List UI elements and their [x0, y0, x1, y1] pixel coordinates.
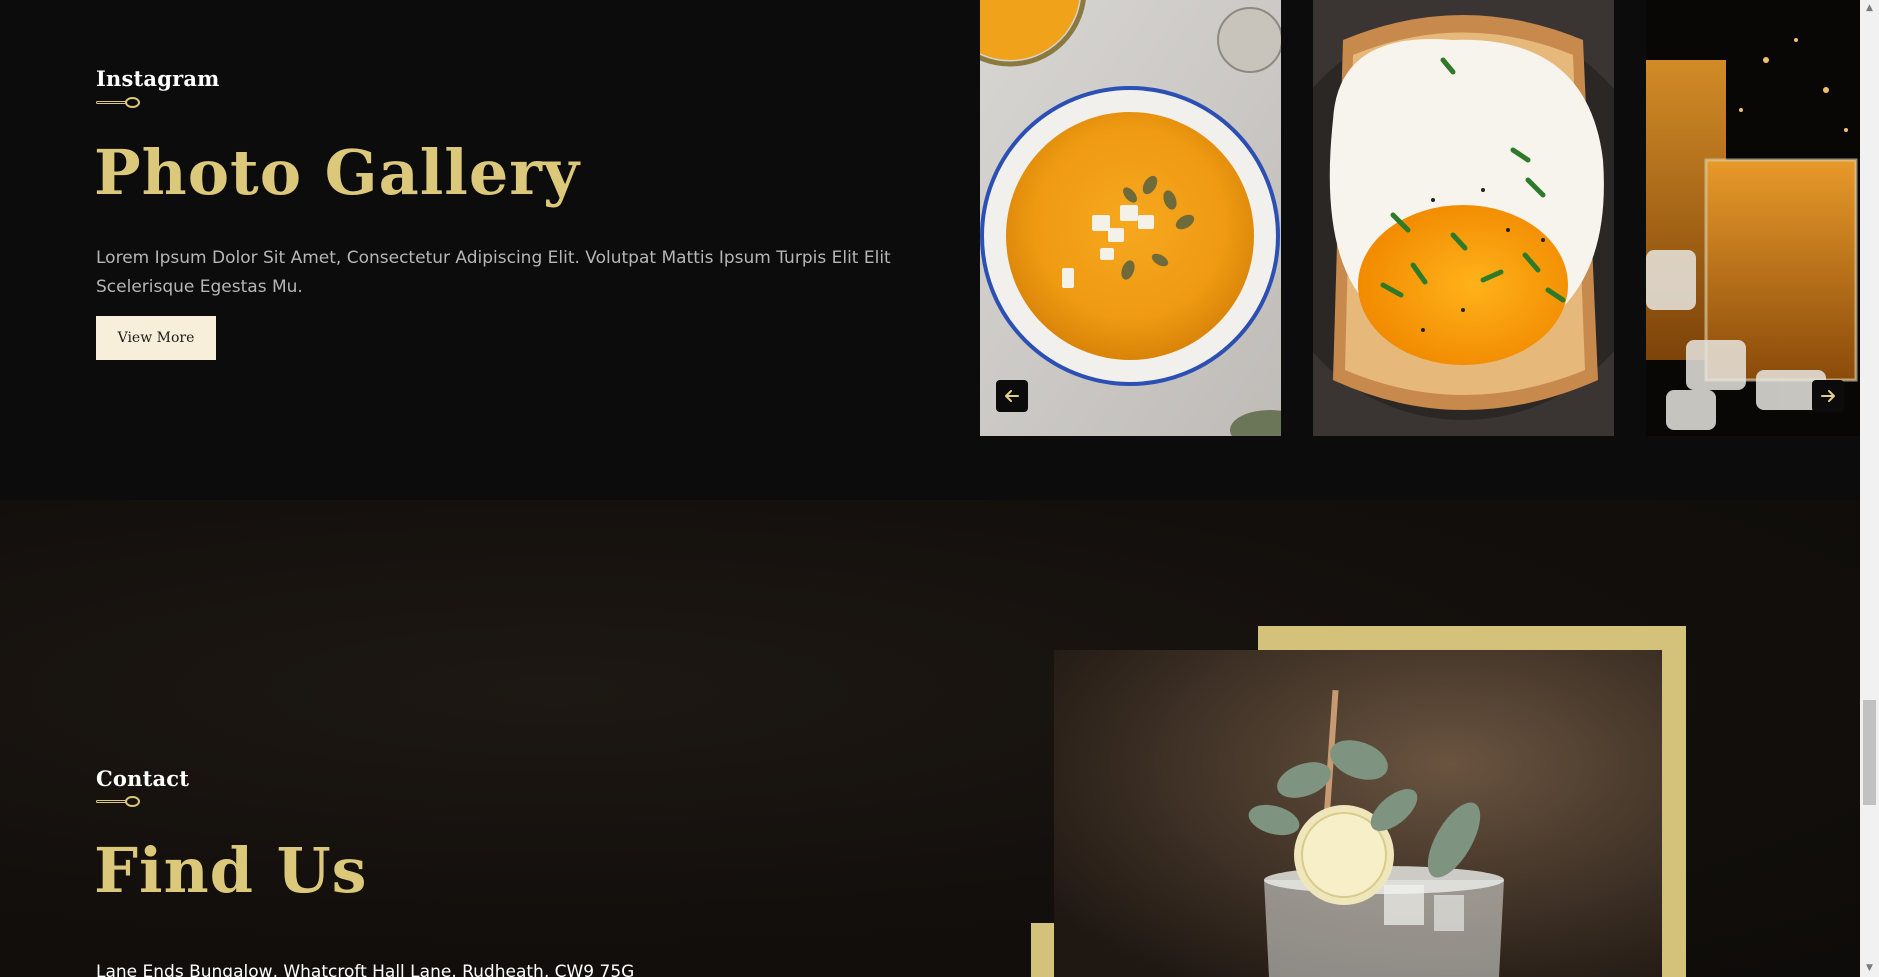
- contact-drink-photo: [1054, 650, 1662, 977]
- gallery-description: Lorem Ipsum Dolor Sit Amet, Consectetur …: [96, 248, 891, 297]
- gallery-title: Photo Gallery: [94, 136, 580, 209]
- decorative-gold-bar: [1031, 923, 1055, 977]
- gallery-photo-whisky[interactable]: [1646, 0, 1860, 436]
- page-scrollbar[interactable]: ▲ ▼: [1860, 0, 1879, 977]
- contact-title: Find Us: [94, 834, 368, 907]
- photo-gallery-section: Instagram Photo Gallery Lorem Ipsum Dolo…: [0, 0, 1860, 500]
- gallery-photo-soup[interactable]: [980, 0, 1281, 436]
- gallery-prev-button[interactable]: [996, 380, 1028, 412]
- contact-address: Lane Ends Bungalow, Whatcroft Hall Lane,…: [96, 962, 635, 977]
- contact-eyebrow: Contact: [96, 766, 190, 791]
- view-more-button[interactable]: View More: [96, 316, 216, 360]
- spoon-divider-icon: [96, 97, 142, 109]
- scroll-up-icon[interactable]: ▲: [1860, 0, 1879, 17]
- gallery-photo-egg-toast[interactable]: [1313, 0, 1614, 436]
- gallery-next-button[interactable]: [1812, 380, 1844, 412]
- scroll-down-icon[interactable]: ▼: [1860, 960, 1879, 977]
- arrow-right-icon: [1821, 390, 1835, 402]
- page: Instagram Photo Gallery Lorem Ipsum Dolo…: [0, 0, 1879, 977]
- contact-section: Contact Find Us Lane Ends Bungalow, What…: [0, 500, 1860, 977]
- gallery-eyebrow: Instagram: [96, 66, 220, 91]
- scrollbar-thumb[interactable]: [1863, 700, 1876, 805]
- arrow-left-icon: [1005, 390, 1019, 402]
- spoon-divider-icon: [96, 796, 142, 808]
